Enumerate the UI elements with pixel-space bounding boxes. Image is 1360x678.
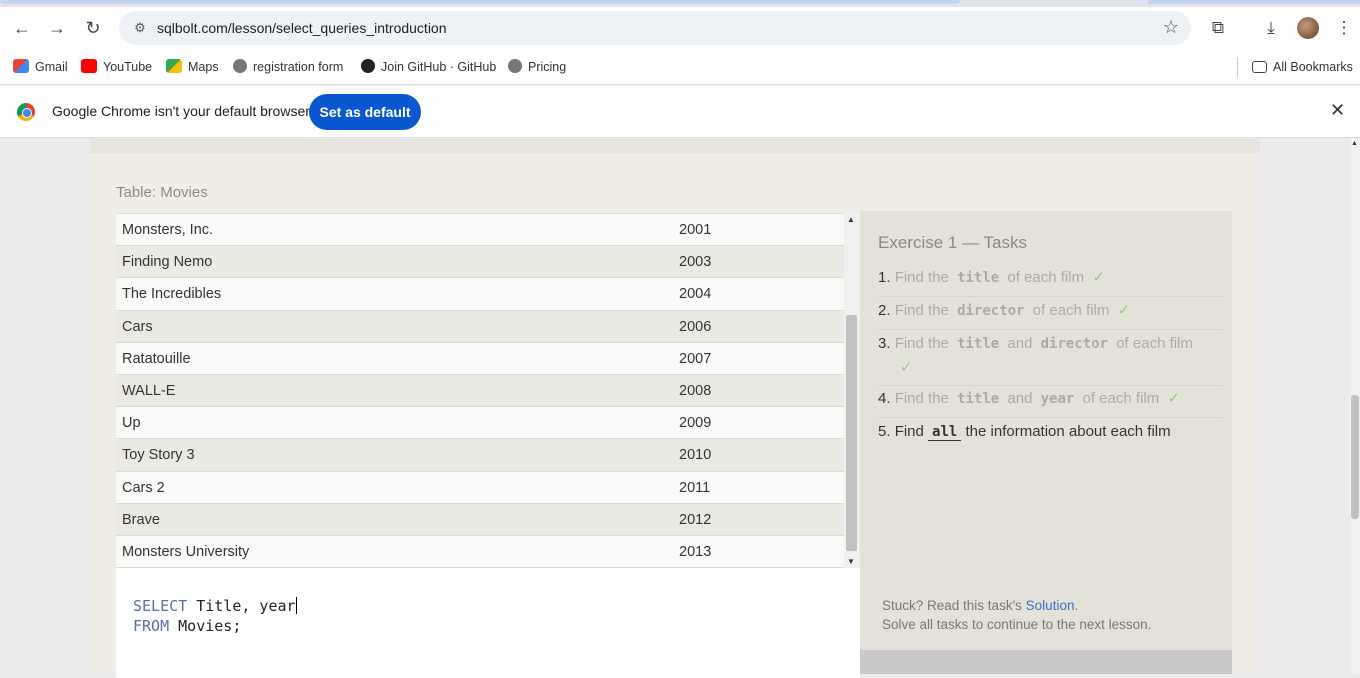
tasks-footer: [860, 650, 1232, 674]
maps-icon: [166, 59, 182, 73]
address-bar[interactable]: ⚙ sqlbolt.com/lesson/select_queries_intr…: [119, 11, 1191, 45]
bookmark-maps[interactable]: Maps: [166, 57, 219, 77]
scroll-down-icon[interactable]: ▼: [847, 557, 855, 566]
bookmark-youtube[interactable]: YouTube: [81, 57, 152, 77]
table-row: The Incredibles 2004: [116, 278, 844, 311]
check-icon: ✓: [1167, 390, 1180, 407]
youtube-icon: [81, 59, 97, 73]
solution-link[interactable]: Solution: [1026, 598, 1075, 613]
check-icon: ✓: [900, 359, 913, 376]
active-tab[interactable]: [0, 0, 960, 4]
table-row: Toy Story 3 2010: [116, 439, 844, 472]
default-browser-infobar: Google Chrome isn't your default browser…: [0, 86, 1360, 138]
bookmarks-bar: Gmail YouTube Maps registration form Joi…: [0, 49, 1360, 85]
extensions-icon[interactable]: ⧉: [1205, 15, 1231, 41]
table-row: WALL-E 2008: [116, 374, 844, 408]
close-icon[interactable]: ✕: [1330, 100, 1345, 121]
scroll-up-icon[interactable]: ▲: [847, 215, 855, 224]
set-default-button[interactable]: Set as default: [309, 94, 421, 130]
infobar-message: Google Chrome isn't your default browser: [52, 103, 310, 119]
movies-table: Monsters, Inc. 2001 Finding Nemo 2003 The …: [116, 213, 844, 568]
continue-hint: Solve all tasks to continue to the next …: [882, 617, 1152, 632]
table-row: Cars 2006: [116, 310, 844, 343]
globe-icon: [508, 59, 522, 73]
bookmark-pricing[interactable]: Pricing: [508, 57, 566, 77]
tasks-panel: Exercise 1 — Tasks 1. Find the title of …: [860, 211, 1232, 674]
site-info-icon[interactable]: ⚙: [131, 19, 149, 37]
menu-icon[interactable]: ⋮: [1331, 15, 1357, 41]
text-caret: [295, 597, 297, 614]
tab-strip-right: [1148, 0, 1360, 4]
bookmarks-divider: [1237, 57, 1238, 77]
sql-line-1: SELECT Title, year: [133, 597, 297, 615]
folder-icon: [1252, 61, 1267, 73]
sql-line-2: FROM Movies;: [133, 617, 242, 635]
sql-editor[interactable]: SELECT Title, year FROM Movies;: [116, 568, 860, 678]
table-row: Cars 2 2011: [116, 472, 844, 504]
table-row: Brave 2012: [116, 503, 844, 536]
task-item-current: 5. Find all the information about each f…: [878, 423, 1171, 441]
page-scrollbar-thumb[interactable]: [1351, 395, 1359, 519]
avatar[interactable]: [1297, 17, 1319, 39]
tasks-title: Exercise 1 — Tasks: [878, 233, 1027, 252]
reload-icon[interactable]: ↻: [80, 15, 106, 41]
check-icon: ✓: [1117, 302, 1131, 319]
bookmark-star-icon[interactable]: ☆: [1163, 17, 1179, 38]
table-row: Ratatouille 2007: [116, 343, 844, 375]
task-item: 3. Find the title and director of each f…: [878, 332, 1223, 386]
task-item: 2. Find the director of each film ✓: [878, 299, 1223, 330]
browser-toolbar: ← → ↻ ⚙ sqlbolt.com/lesson/select_querie…: [0, 7, 1360, 49]
scroll-up-icon[interactable]: ▲: [1351, 140, 1358, 147]
bookmark-gmail[interactable]: Gmail: [13, 57, 68, 77]
github-icon: [361, 59, 375, 73]
bookmark-github[interactable]: Join GitHub · GitHub: [361, 57, 496, 77]
chrome-icon: [17, 103, 35, 121]
task-item: 1. Find the title of each film ✓: [878, 266, 1223, 297]
back-icon[interactable]: ←: [9, 15, 35, 41]
page-scrollbar[interactable]: ▲: [1350, 139, 1360, 674]
table-row: Monsters, Inc. 2001: [116, 214, 844, 247]
stuck-hint: Stuck? Read this task's Solution.: [882, 598, 1079, 613]
url-text[interactable]: sqlbolt.com/lesson/select_queries_introd…: [157, 20, 447, 36]
table-label: Table: Movies: [116, 184, 208, 201]
check-icon: ✓: [1092, 269, 1105, 286]
download-icon[interactable]: ⤓: [1258, 15, 1284, 41]
table-row: Finding Nemo 2003: [116, 246, 844, 279]
gmail-icon: [13, 59, 29, 73]
lesson-panel-top: [90, 139, 1260, 153]
bookmark-registration-form[interactable]: registration form: [233, 57, 343, 77]
table-scrollbar-thumb[interactable]: [846, 315, 857, 551]
lesson-area: Table: Movies Monsters, Inc. 2001 Finding…: [0, 139, 1350, 678]
all-bookmarks[interactable]: All Bookmarks: [1252, 57, 1353, 77]
table-scrollbar[interactable]: ▲ ▼: [844, 213, 859, 568]
task-item: 4. Find the title and year of each film …: [878, 387, 1223, 418]
tab-strip: [0, 0, 1360, 7]
globe-icon: [233, 59, 247, 73]
table-row: Monsters University 2013: [116, 536, 844, 568]
forward-icon[interactable]: →: [44, 15, 70, 41]
table-row: Up 2009: [116, 407, 844, 440]
